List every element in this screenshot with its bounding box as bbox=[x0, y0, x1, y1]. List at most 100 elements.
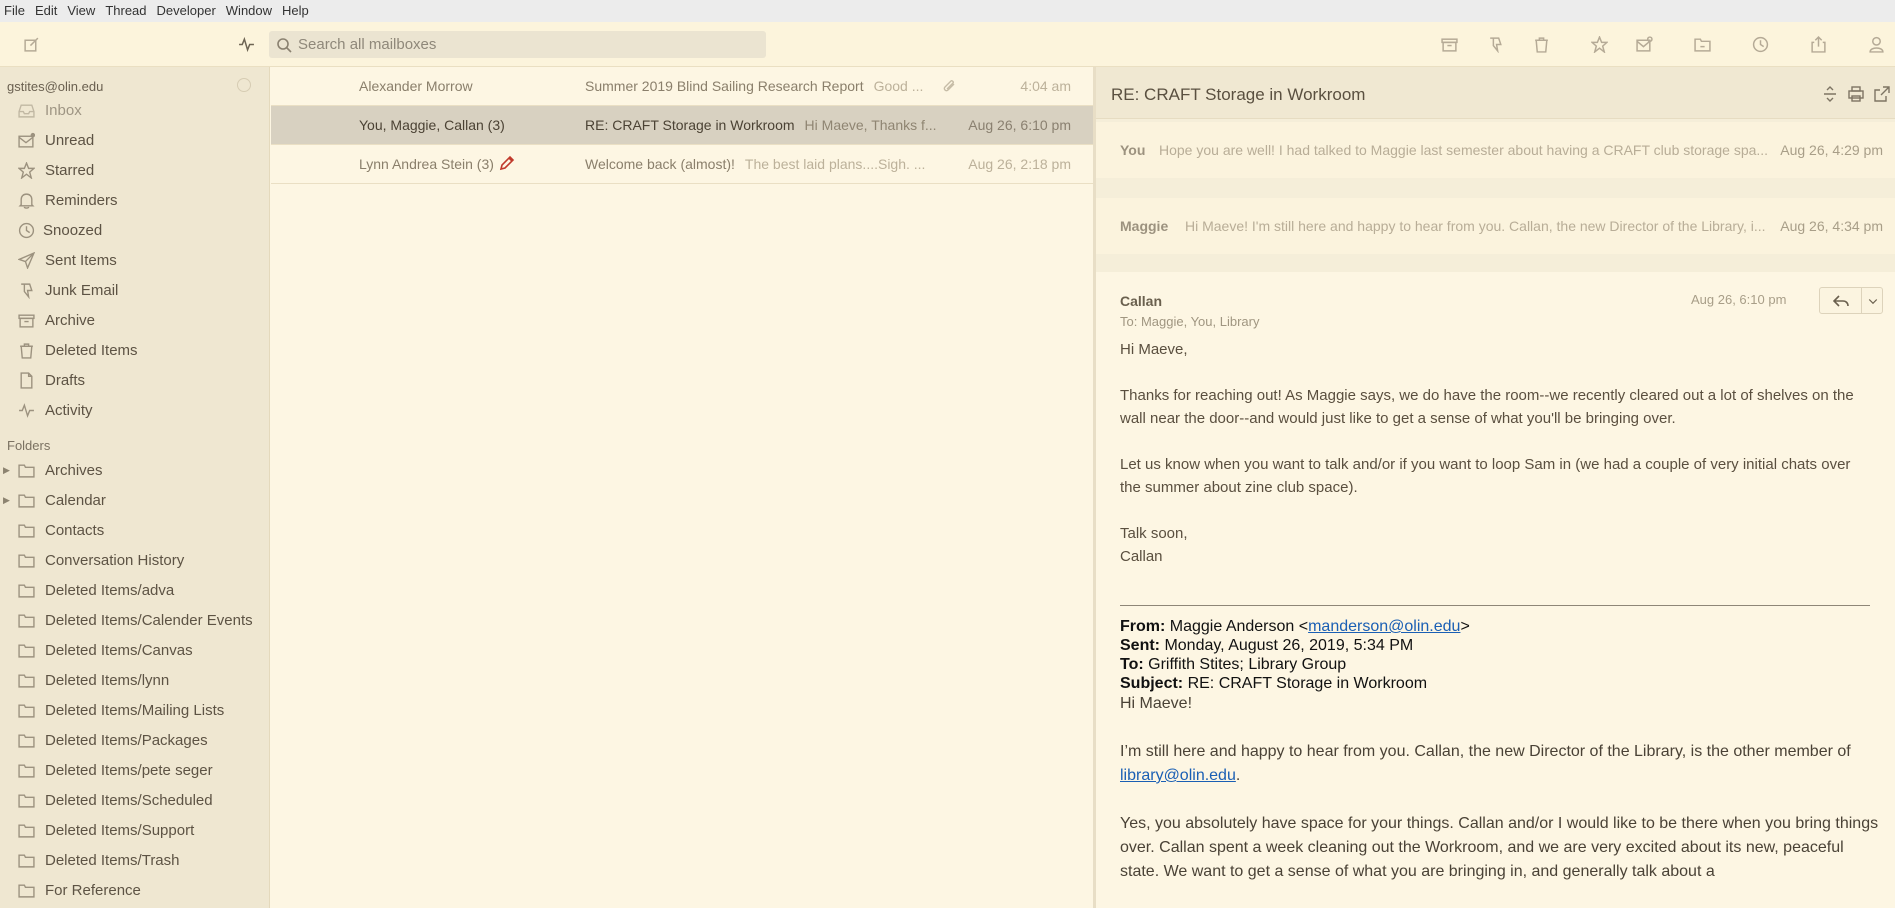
sidebar-item-deleted[interactable]: Deleted Items bbox=[0, 336, 269, 364]
sidebar: gstites@olin.edu Inbox Unread Starred Re… bbox=[0, 67, 270, 908]
folder-item[interactable]: Deleted Items/lynn bbox=[0, 666, 269, 694]
search-icon bbox=[277, 37, 292, 53]
sidebar-item-sent[interactable]: Sent Items bbox=[0, 246, 269, 274]
folder-icon bbox=[17, 761, 35, 779]
menu-edit[interactable]: Edit bbox=[31, 0, 63, 22]
sidebar-item-archive[interactable]: Archive bbox=[0, 306, 269, 334]
quoted-to: To: Griffith Stites; Library Group bbox=[1120, 655, 1880, 674]
folder-icon bbox=[17, 521, 35, 539]
folder-label: Deleted Items/Scheduled bbox=[45, 791, 213, 809]
account-chevron-icon[interactable] bbox=[237, 78, 251, 92]
folder-item[interactable]: For Reference bbox=[0, 876, 269, 904]
sidebar-item-inbox[interactable]: Inbox bbox=[0, 96, 269, 124]
quoted-from: From: Maggie Anderson <manderson@olin.ed… bbox=[1120, 617, 1880, 636]
archive-icon[interactable] bbox=[1439, 34, 1459, 54]
folder-item[interactable]: Conversation History bbox=[0, 546, 269, 574]
sidebar-item-drafts[interactable]: Drafts bbox=[0, 366, 269, 394]
folder-item[interactable]: Deleted Items/Trash bbox=[0, 846, 269, 874]
message-time: 4:04 am bbox=[1020, 78, 1071, 94]
chevron-down-icon[interactable] bbox=[1862, 288, 1883, 313]
collapsed-message[interactable]: You Hope you are well! I had talked to M… bbox=[1096, 122, 1895, 178]
folder-label: Deleted Items/Canvas bbox=[45, 641, 193, 659]
message-time: Aug 26, 6:10 pm bbox=[1691, 292, 1787, 307]
folder-item[interactable]: Deleted Items/Scheduled bbox=[0, 786, 269, 814]
junk-icon[interactable] bbox=[1485, 34, 1505, 54]
toolbar bbox=[0, 22, 1895, 67]
quoted-from-close: > bbox=[1460, 618, 1470, 635]
folder-item[interactable]: Deleted Items/pete seger bbox=[0, 756, 269, 784]
quoted-subject-label: Subject: bbox=[1120, 675, 1184, 692]
print-icon[interactable] bbox=[1848, 86, 1864, 107]
search-input[interactable] bbox=[298, 36, 738, 53]
folder-icon bbox=[17, 491, 35, 509]
account-label[interactable]: gstites@olin.edu bbox=[7, 79, 103, 94]
sidebar-item-label: Junk Email bbox=[45, 281, 119, 299]
quoted-from-email-link[interactable]: manderson@olin.edu bbox=[1308, 618, 1460, 635]
sidebar-item-activity[interactable]: Activity bbox=[0, 396, 269, 424]
expand-triangle-icon[interactable]: ▶ bbox=[3, 495, 10, 506]
expand-all-icon[interactable] bbox=[1822, 86, 1838, 107]
folder-label: Deleted Items/lynn bbox=[45, 671, 170, 689]
menu-window[interactable]: Window bbox=[222, 0, 278, 22]
search-bar[interactable] bbox=[269, 31, 766, 58]
star-icon[interactable] bbox=[1589, 34, 1609, 54]
trash-icon[interactable] bbox=[1531, 34, 1551, 54]
folder-item[interactable]: Deleted Items/Mailing Lists bbox=[0, 696, 269, 724]
activity-icon[interactable] bbox=[236, 34, 256, 54]
sidebar-item-reminders[interactable]: Reminders bbox=[0, 186, 269, 214]
draft-icon bbox=[17, 371, 35, 389]
folder-item[interactable]: Contacts bbox=[0, 516, 269, 544]
sidebar-item-unread[interactable]: Unread bbox=[0, 126, 269, 154]
folder-label: Deleted Items/adva bbox=[45, 581, 175, 599]
folder-item[interactable]: Deleted Items/adva bbox=[0, 576, 269, 604]
menu-developer[interactable]: Developer bbox=[153, 0, 222, 22]
folder-item[interactable]: Deleted Items/Calender Events bbox=[0, 606, 269, 634]
message-row[interactable]: Alexander Morrow Summer 2019 Blind Saili… bbox=[271, 67, 1093, 106]
quoted-sent-label: Sent: bbox=[1120, 637, 1160, 654]
folder-icon bbox=[17, 731, 35, 749]
popout-icon[interactable] bbox=[1874, 86, 1890, 107]
snooze-icon[interactable] bbox=[1750, 34, 1770, 54]
thread-header: RE: CRAFT Storage in Workroom bbox=[1096, 67, 1895, 119]
sidebar-item-starred[interactable]: Starred bbox=[0, 156, 269, 184]
folder-item[interactable]: Deleted Items/Support bbox=[0, 816, 269, 844]
collapsed-time: Aug 26, 4:29 pm bbox=[1780, 142, 1883, 158]
folder-label: Deleted Items/Trash bbox=[45, 851, 180, 869]
library-email-link[interactable]: library@olin.edu bbox=[1120, 767, 1236, 784]
menu-file[interactable]: File bbox=[0, 0, 31, 22]
trash-icon bbox=[17, 341, 35, 359]
folder-label: Deleted Items/Support bbox=[45, 821, 195, 839]
menu-view[interactable]: View bbox=[63, 0, 101, 22]
quoted-body: Hi Maeve! I’m still here and happy to he… bbox=[1120, 692, 1880, 908]
compose-icon[interactable] bbox=[21, 34, 41, 54]
sidebar-item-junk[interactable]: Junk Email bbox=[0, 276, 269, 304]
share-icon[interactable] bbox=[1808, 34, 1828, 54]
sidebar-item-snoozed[interactable]: Snoozed bbox=[0, 216, 269, 244]
folder-item[interactable]: Deleted Items/Packages bbox=[0, 726, 269, 754]
folder-label: Deleted Items/Mailing Lists bbox=[45, 701, 225, 719]
quoted-sent: Sent: Monday, August 26, 2019, 5:34 PM bbox=[1120, 636, 1880, 655]
message-row[interactable]: You, Maggie, Callan (3) RE: CRAFT Storag… bbox=[271, 106, 1093, 145]
message-body: Hi Maeve, Thanks for reaching out! As Ma… bbox=[1120, 338, 1870, 591]
message-subject: Welcome back (almost)! The best laid plan… bbox=[585, 156, 925, 172]
body-paragraph: Hi Maeve, bbox=[1120, 341, 1188, 358]
message-row[interactable]: Lynn Andrea Stein (3) Welcome back (almo… bbox=[271, 145, 1093, 184]
menu-thread[interactable]: Thread bbox=[101, 0, 152, 22]
remind-icon[interactable] bbox=[1634, 34, 1654, 54]
folder-item[interactable]: ▶ Calendar bbox=[0, 486, 269, 514]
quote-divider bbox=[1120, 605, 1870, 606]
collapsed-time: Aug 26, 4:34 pm bbox=[1780, 218, 1883, 234]
folder-item[interactable]: ▶ Archives bbox=[0, 456, 269, 484]
folder-label: Contacts bbox=[45, 521, 105, 539]
reply-icon[interactable] bbox=[1820, 288, 1862, 313]
folder-item[interactable]: Deleted Items/Canvas bbox=[0, 636, 269, 664]
move-folder-icon[interactable] bbox=[1692, 34, 1712, 54]
expand-triangle-icon[interactable]: ▶ bbox=[3, 465, 10, 476]
account-icon[interactable] bbox=[1866, 34, 1886, 54]
menu-help[interactable]: Help bbox=[278, 0, 315, 22]
body-paragraph: Callan bbox=[1120, 548, 1163, 565]
collapsed-preview: Hope you are well! I had talked to Maggi… bbox=[1159, 142, 1769, 158]
collapsed-message[interactable]: Maggie Hi Maeve! I'm still here and happ… bbox=[1096, 198, 1895, 254]
folder-label: Conversation History bbox=[45, 551, 185, 569]
message-preview: Good ... bbox=[873, 78, 924, 94]
